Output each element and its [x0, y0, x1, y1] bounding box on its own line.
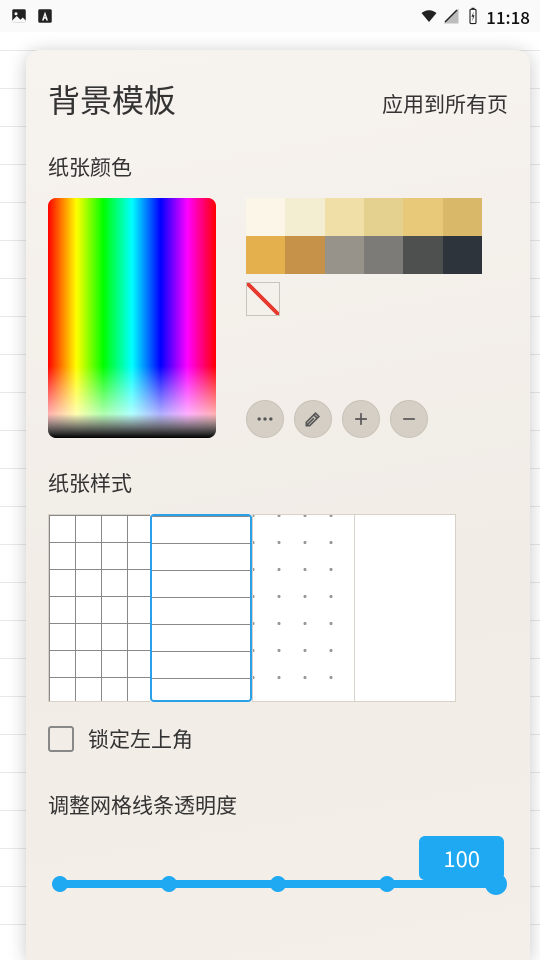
style-dots[interactable] [252, 514, 354, 702]
color-swatch[interactable] [325, 198, 364, 236]
color-swatch[interactable] [325, 236, 364, 274]
grid-opacity-slider[interactable]: 100 [48, 836, 508, 916]
remove-color-button[interactable] [390, 400, 428, 438]
paper-style-label: 纸张样式 [48, 468, 508, 498]
font-icon [36, 7, 54, 25]
swatch-column [246, 198, 508, 438]
no-color-swatch[interactable] [246, 282, 280, 316]
color-tool-buttons [246, 400, 508, 438]
color-swatch[interactable] [285, 236, 324, 274]
color-spectrum-picker[interactable] [48, 198, 216, 438]
wifi-icon [420, 7, 438, 25]
lock-corner-checkbox[interactable] [48, 726, 74, 752]
status-right: 11:18 [420, 4, 530, 29]
background-template-panel: 背景模板 应用到所有页 纸张颜色 [26, 50, 530, 960]
color-swatch[interactable] [403, 236, 442, 274]
lock-corner-label: 锁定左上角 [88, 724, 193, 754]
grid-opacity-section: 调整网格线条透明度 100 [48, 790, 508, 916]
color-swatch[interactable] [443, 198, 482, 236]
color-swatch[interactable] [246, 236, 285, 274]
paper-color-section [48, 198, 508, 438]
color-swatch[interactable] [443, 236, 482, 274]
slider-track[interactable] [60, 880, 496, 888]
image-icon [10, 7, 28, 25]
color-swatch[interactable] [403, 198, 442, 236]
eyedropper-button[interactable] [294, 400, 332, 438]
more-button[interactable] [246, 400, 284, 438]
status-time: 11:18 [486, 4, 530, 29]
add-color-button[interactable] [342, 400, 380, 438]
color-swatch[interactable] [364, 236, 403, 274]
style-grid[interactable] [48, 514, 150, 702]
color-swatch[interactable] [364, 198, 403, 236]
color-swatches [246, 198, 482, 274]
panel-title: 背景模板 [48, 76, 176, 122]
lock-corner-row[interactable]: 锁定左上角 [48, 724, 508, 754]
style-blank[interactable] [354, 514, 456, 702]
grid-opacity-label: 调整网格线条透明度 [48, 790, 508, 820]
panel-scroll-area[interactable]: 纸张颜色 [48, 152, 508, 960]
slider-thumb[interactable] [485, 873, 507, 895]
sim-icon [442, 7, 460, 25]
style-ruled[interactable] [150, 514, 252, 702]
apply-to-all-button[interactable]: 应用到所有页 [382, 89, 508, 119]
paper-style-options [48, 514, 508, 702]
status-bar: 11:18 [0, 0, 540, 32]
paper-style-section: 纸张样式 锁定左上角 [48, 468, 508, 754]
color-swatch[interactable] [246, 198, 285, 236]
color-swatch[interactable] [285, 198, 324, 236]
paper-color-label: 纸张颜色 [48, 152, 508, 182]
panel-header: 背景模板 应用到所有页 [48, 76, 508, 122]
battery-icon [464, 7, 482, 25]
status-left [10, 7, 54, 25]
